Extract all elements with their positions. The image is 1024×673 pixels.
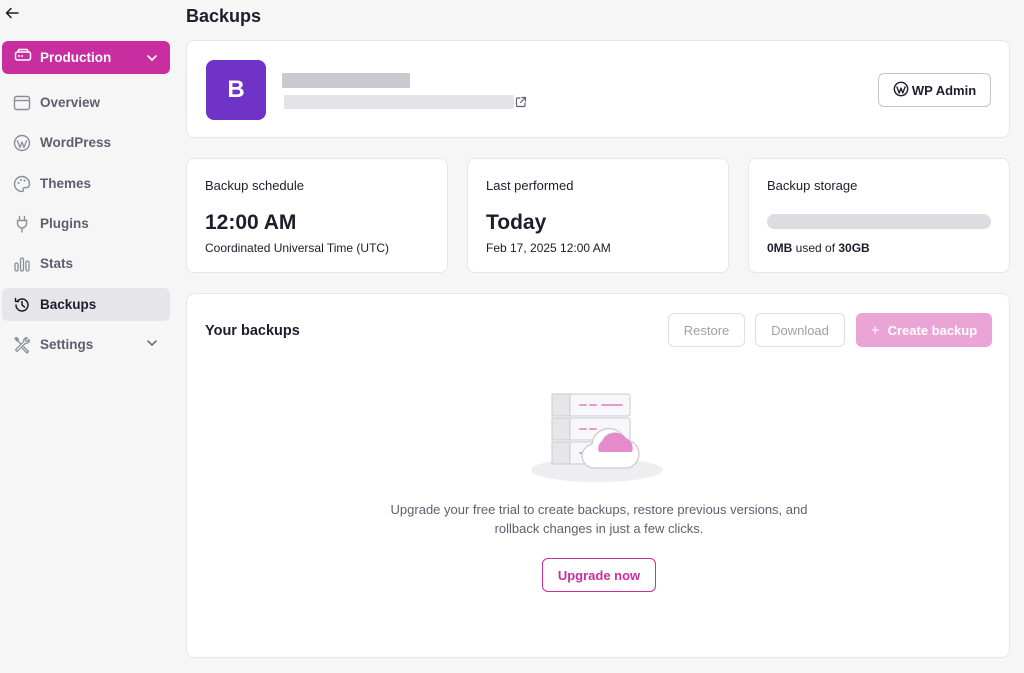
backups-title: Your backups [205,323,300,339]
storage-progress-bar [767,214,991,229]
create-backup-button[interactable]: + Create backup [856,313,992,347]
palette-icon [12,174,32,194]
last-performed-value: Today [486,211,547,234]
bar-chart-icon [12,254,32,274]
last-performed-date: Feb 17, 2025 12:00 AM [486,241,611,255]
empty-state-message: Upgrade your free trial to create backup… [390,502,808,536]
sidebar-item-label: Overview [40,95,101,110]
sidebar-item-settings[interactable]: Settings [2,328,170,361]
server-cloud-illustration [532,393,663,482]
sidebar-item-label: WordPress [40,135,112,150]
sidebar-item-overview[interactable]: Overview [2,86,170,119]
sidebar-item-wordpress[interactable]: WordPress [2,126,170,159]
sidebar-item-stats[interactable]: Stats [2,247,170,280]
schedule-timezone: Coordinated Universal Time (UTC) [205,241,390,255]
chevron-down-icon [146,51,158,69]
storage-used-of: used of [792,241,839,255]
upgrade-now-button[interactable]: Upgrade now [542,558,656,592]
wp-admin-button[interactable]: WP Admin [878,73,991,107]
environment-label: Production [40,50,112,65]
sidebar-item-label: Backups [40,297,97,312]
sidebar-item-label: Plugins [40,216,89,231]
plug-icon [12,214,32,234]
external-link-icon[interactable] [515,95,527,113]
schedule-time: 12:00 AM [205,211,297,234]
last-performed-card: Last performed Today Feb 17, 2025 12:00 … [467,158,729,273]
site-url-redacted[interactable] [284,95,514,109]
history-icon [12,295,32,315]
chevron-down-icon [146,337,158,352]
sidebar-item-plugins[interactable]: Plugins [2,207,170,240]
storage-usage-text: 0MB used of 30GB [767,241,870,255]
sidebar-item-label: Stats [40,256,74,271]
sidebar-item-label: Settings [40,337,94,352]
create-backup-label: Create backup [887,322,978,338]
sidebar-item-themes[interactable]: Themes [2,167,170,200]
last-performed-label: Last performed [486,178,574,193]
tools-icon [12,335,32,355]
sidebar: Production Overview WordPress Themes Plu… [0,0,178,673]
site-avatar: B [206,60,266,120]
sidebar-item-backups[interactable]: Backups [2,288,170,321]
backup-schedule-card: Backup schedule 12:00 AM Coordinated Uni… [186,158,448,273]
storage-total: 30GB [838,241,870,255]
storage-label: Backup storage [767,178,858,193]
sidebar-item-label: Themes [40,176,92,191]
page-title: Backups [186,6,262,26]
wordpress-icon [893,81,912,100]
environment-selector[interactable]: Production [2,41,170,74]
restore-button[interactable]: Restore [668,313,745,347]
backup-storage-card: Backup storage 0MB used of 30GB [748,158,1010,273]
storage-used: 0MB [767,241,793,255]
schedule-label: Backup schedule [205,178,305,193]
site-name-redacted [282,73,410,88]
site-card: B WP Admin [186,40,1010,138]
window-icon [12,93,32,113]
download-button[interactable]: Download [755,313,845,347]
backups-panel: Your backups Restore Download + Create b… [186,293,1010,658]
wp-admin-label: WP Admin [911,82,977,98]
back-arrow-icon[interactable] [5,6,21,24]
plus-icon: + [870,321,880,339]
wordpress-icon [12,133,32,153]
server-icon [14,48,32,67]
